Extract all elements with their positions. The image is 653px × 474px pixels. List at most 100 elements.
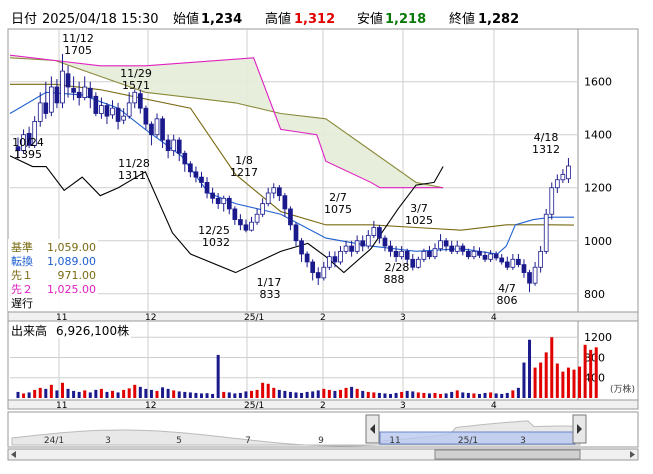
candle-body [338,250,343,263]
candle-body [510,258,516,268]
candle-body [215,197,221,205]
candle-body [388,245,393,252]
volume-date-tick: 11 [56,401,67,411]
price-annotation-value: 888 [384,273,405,286]
candle-body [82,86,88,98]
candle-body [466,250,471,258]
candle-body [165,139,171,152]
candle-body [427,250,432,258]
volume-bar [561,371,565,398]
candle-body [232,208,238,220]
candle-body [260,203,265,215]
candle-body [160,118,165,141]
candle-body [471,250,477,258]
candle-body [132,91,138,104]
volume-bar [55,390,59,398]
volume-bar [311,391,315,398]
candle-body [327,256,332,268]
candle-body [271,187,277,194]
volume-bar [489,392,493,398]
candle-body [443,240,449,247]
volume-bar [99,388,103,398]
volume-bar [455,390,459,398]
candle-body [210,192,215,199]
price-axis-tick: 1000 [584,235,612,248]
volume-bar [477,393,481,398]
volume-bar [422,392,426,398]
volume-bar [116,392,120,398]
volume-bar [44,388,48,398]
volume-bar [172,390,176,398]
volume-unit: (万株) [610,383,635,395]
volume-bar [277,389,281,398]
candle-body [382,237,388,247]
candle-body [54,86,60,104]
volume-label: 出来高 [11,323,47,338]
volume-bar [27,392,31,398]
navigator-tick: 7 [245,436,251,446]
volume-date-tick: 4 [491,401,497,411]
candle-body [60,70,65,104]
candle-body [104,105,110,117]
legend-tenkan-value: 1,089.00 [47,255,96,268]
volume-bar [194,392,198,398]
volume-bar [383,393,387,398]
volume-bar [60,382,64,398]
price-date-tick: 12 [145,313,156,323]
volume-bar [389,393,393,398]
volume-bar [572,369,576,398]
volume-bar [516,387,520,398]
low-value: 1,218 [385,12,426,27]
scrollbar-thumb[interactable] [434,449,581,460]
volume-bar [583,344,587,398]
candle-body [477,250,482,256]
volume-bar [416,392,420,398]
volume-bar [505,392,509,398]
volume-bar [377,392,381,398]
price-annotation-value: 1025 [405,214,433,227]
volume-bar [444,393,448,398]
price-annotation-value: 833 [260,288,281,301]
candle-body [93,95,99,114]
close-value: 1,282 [478,12,519,27]
candle-body [421,250,427,260]
volume-bar [233,393,237,398]
volume-bar [528,339,532,398]
candle-body [193,171,199,178]
volume-bar [522,362,526,398]
volume-bar [166,388,170,398]
candle-body [226,197,232,210]
volume-bar [594,347,598,398]
price-annotation-value: 1571 [122,79,150,92]
volume-bar [77,391,81,398]
candle-body [554,179,560,189]
candle-body [321,266,327,279]
candle-body [121,115,126,121]
volume-bar [405,390,409,398]
candle-body [549,187,555,215]
candle-body [182,152,188,165]
candle-body [410,258,416,268]
candle-body [282,195,288,210]
volume-bar [433,392,437,398]
candle-body [299,240,304,255]
candle-body [560,174,566,181]
candle-body [488,253,493,260]
chart-window: 11/12 1705 11/29 1571 10/24 1395 11/28 1311 1/8 1… [0,0,653,470]
price-annotation-value: 1311 [118,169,146,182]
volume-bar [227,392,231,398]
price-axis-tick: 1200 [584,182,612,195]
volume-bar [83,390,87,398]
price-annotation-value: 806 [497,294,518,307]
volume-bar [133,384,137,398]
volume-bar [250,390,254,398]
volume-bar [500,393,504,398]
volume-bar [105,391,109,398]
volume-bar [372,392,376,398]
volume-bar [49,384,53,398]
volume-bar [161,387,165,398]
candle-body [404,250,410,260]
volume-bar [511,390,515,398]
candle-body [538,250,543,268]
candle-body [154,118,160,136]
